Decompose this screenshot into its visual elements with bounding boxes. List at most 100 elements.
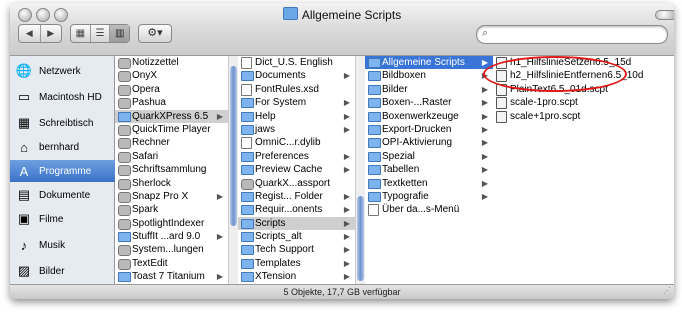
file-row[interactable]: Preferences ▶ <box>238 150 355 163</box>
toolbar-toggle-button[interactable] <box>655 10 674 20</box>
file-row[interactable]: Regist... Folder ▶ <box>238 190 355 203</box>
file-row[interactable]: Dict_U.S. English <box>238 56 355 69</box>
file-row[interactable]: Bildboxen ▶ <box>365 69 493 82</box>
disclosure-arrow-icon: ▶ <box>343 151 350 161</box>
file-row[interactable]: Help ▶ <box>238 110 355 123</box>
back-button[interactable]: ◀ <box>19 25 41 42</box>
file-row[interactable]: Snapz Pro X ▶ <box>115 190 228 203</box>
folder-icon <box>241 165 254 176</box>
sidebar-item[interactable]: ▤ Dokumente <box>14 184 114 206</box>
file-row[interactable]: Rechner <box>115 136 228 150</box>
file-row[interactable]: QuarkX...assport <box>238 177 355 190</box>
column-view-icon[interactable]: ▥ <box>110 25 130 42</box>
file-row[interactable]: Tabellen ▶ <box>365 163 493 176</box>
list-view-icon[interactable]: ☰ <box>91 25 111 42</box>
folder-icon <box>241 205 254 216</box>
forward-button[interactable]: ▶ <box>41 25 62 42</box>
vertical-scrollbar[interactable] <box>228 56 238 284</box>
file-name: scale-1pro.scpt <box>510 97 578 109</box>
scrollbar-thumb[interactable] <box>230 66 237 226</box>
browser-column: Notizzettel OnyX Opera Pashua QuarkXPress 6.… <box>115 56 239 284</box>
file-row[interactable]: Opera <box>115 83 228 96</box>
action-menu-button[interactable]: ⚙▾ <box>138 24 172 43</box>
file-name: Spezial <box>382 150 415 162</box>
folder-icon <box>241 232 254 243</box>
scrollbar-thumb[interactable] <box>357 196 364 281</box>
file-row[interactable]: Safari <box>115 150 228 163</box>
icon-view-icon[interactable]: ▦ <box>71 25 91 42</box>
file-row[interactable]: Documents ▶ <box>238 69 355 82</box>
file-row[interactable]: Export-Drucken ▶ <box>365 123 493 136</box>
sidebar-item[interactable]: A Programme <box>10 160 118 182</box>
file-row[interactable]: Boxenwerkzeuge ▶ <box>365 110 493 123</box>
doc-icon <box>241 83 252 96</box>
sidebar-item[interactable]: ▣ Filme <box>14 208 114 230</box>
sidebar-item[interactable]: ▭ Macintosh HD <box>14 86 114 108</box>
file-row[interactable]: System...lungen <box>115 243 228 257</box>
file-row[interactable]: Spark <box>115 203 228 217</box>
pictures-icon: ▨ <box>17 263 31 278</box>
file-row[interactable]: Requir...onents ▶ <box>238 203 355 216</box>
sidebar: 🌐 Netzwerk ▭ Macintosh HD ▦ Schreibtisch ⌂ bern… <box>10 56 118 284</box>
sidebar-item[interactable]: ▨ Bilder <box>14 260 114 282</box>
file-row[interactable]: jaws ▶ <box>238 123 355 136</box>
file-row[interactable]: Textketten ▶ <box>365 177 493 190</box>
file-row[interactable]: OnyX <box>115 69 228 83</box>
file-row[interactable]: OmniC...r.dylib <box>238 136 355 150</box>
disclosure-arrow-icon: ▶ <box>343 111 350 121</box>
sidebar-item-label: Netzwerk <box>39 65 81 77</box>
doc-icon <box>241 57 252 69</box>
file-row[interactable]: scale-1pro.scpt <box>493 96 674 110</box>
app-icon <box>118 191 131 203</box>
title-bar: Allgemeine Scripts ◀ ▶ ▦ ☰ ▥ ⚙▾ ⌕ <box>10 3 674 56</box>
file-row[interactable]: Sherlock <box>115 177 228 190</box>
file-row[interactable]: For System ▶ <box>238 96 355 109</box>
file-row[interactable]: OPI-Aktivierung ▶ <box>365 136 493 149</box>
folder-icon <box>118 272 131 283</box>
file-row[interactable]: Tech Support ▶ <box>238 243 355 256</box>
file-row[interactable]: StuffIt ...ard 9.0 ▶ <box>115 230 228 243</box>
sidebar-item[interactable]: ⌂ bernhard <box>14 136 114 158</box>
file-row[interactable]: Preview Cache ▶ <box>238 163 355 176</box>
file-row[interactable]: Pashua <box>115 96 228 110</box>
file-name: Allgemeine Scripts <box>382 57 465 68</box>
file-row[interactable]: Über da...s-Menü <box>365 203 493 217</box>
folder-icon <box>241 98 254 109</box>
file-row[interactable]: Notizzettel <box>115 56 228 69</box>
file-row[interactable]: Bilder ▶ <box>365 83 493 96</box>
file-row[interactable]: Scripts_alt ▶ <box>238 230 355 243</box>
folder-icon <box>241 218 254 229</box>
file-row[interactable]: Typografie ▶ <box>365 190 493 203</box>
disclosure-arrow-icon: ▶ <box>343 165 350 175</box>
file-row[interactable]: Boxen-...Raster ▶ <box>365 96 493 109</box>
doc-icon <box>368 204 379 217</box>
sidebar-item[interactable]: ▦ Schreibtisch <box>14 112 114 134</box>
file-row[interactable]: FontRules.xsd <box>238 83 355 96</box>
file-row[interactable]: Scripts ▶ <box>238 216 355 231</box>
file-row[interactable]: Toast 7 Titanium ▶ <box>115 270 228 283</box>
file-row[interactable]: SpotlightIndexer <box>115 217 228 230</box>
resize-grip-icon[interactable]: ⋰ <box>663 283 671 298</box>
sidebar-item[interactable]: 🌐 Netzwerk <box>14 60 114 82</box>
file-row[interactable]: h2_HilfslinieEntfernen6.5_10d <box>493 69 674 83</box>
search-input[interactable] <box>495 27 659 42</box>
vertical-scrollbar[interactable] <box>355 56 365 284</box>
finder-window: Allgemeine Scripts ◀ ▶ ▦ ☰ ▥ ⚙▾ ⌕ 🌐 Netzw… <box>10 3 674 299</box>
file-name: SpotlightIndexer <box>132 217 205 229</box>
script-icon <box>496 70 507 83</box>
disclosure-arrow-icon: ▶ <box>344 270 350 283</box>
file-row[interactable]: Templates ▶ <box>238 257 355 270</box>
file-row[interactable]: XTension ▶ <box>238 270 355 283</box>
file-row[interactable]: h1_HilfslinieSetzen6.5_15d <box>493 56 674 69</box>
file-row[interactable]: Schriftsammlung <box>115 163 228 177</box>
search-field[interactable]: ⌕ <box>476 25 668 44</box>
file-row[interactable]: PlainText6.5_01d.scpt <box>493 83 674 96</box>
file-name: PlainText6.5_01d.scpt <box>510 83 608 95</box>
file-row[interactable]: scale+1pro.scpt <box>493 110 674 123</box>
sidebar-item[interactable]: ♪ Musik <box>14 234 114 256</box>
file-row[interactable]: QuickTime Player <box>115 123 228 136</box>
file-row[interactable]: TextEdit <box>115 257 228 270</box>
file-row[interactable]: QuarkXPress 6.5 ▶ <box>115 109 228 123</box>
file-row[interactable]: Allgemeine Scripts ▶ <box>365 56 493 70</box>
file-row[interactable]: Spezial ▶ <box>365 150 493 163</box>
